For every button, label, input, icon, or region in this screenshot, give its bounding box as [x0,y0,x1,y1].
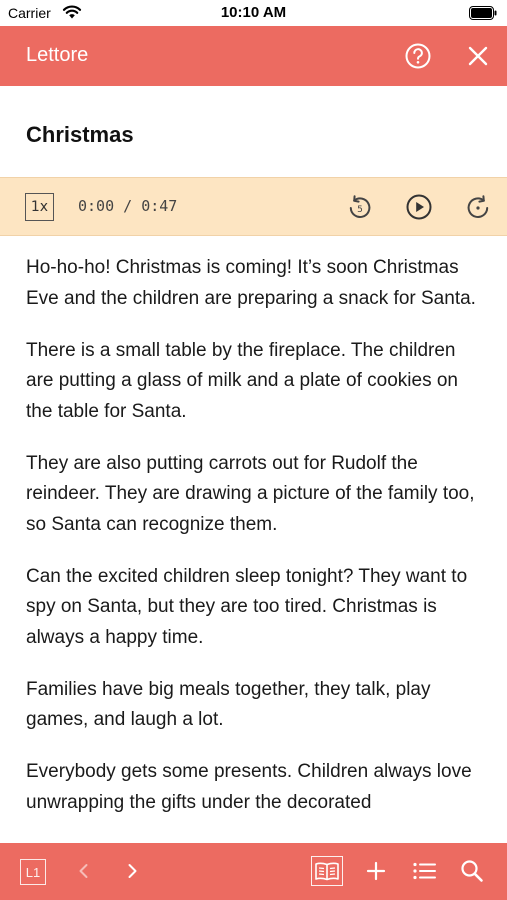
story-title: Christmas [26,122,134,147]
plus-icon [366,861,386,881]
next-button[interactable] [118,857,146,885]
contents-list-button[interactable] [410,857,438,885]
rewind-seconds-label: 5 [357,205,363,215]
story-paragraph: Can the excited children sleep tonight? … [26,565,468,648]
story-body: Ho-ho-ho! Christmas is coming! It’s soon… [26,253,481,839]
battery-icon [469,6,497,20]
story-paragraph: They are also putting carrots out for Ru… [26,452,475,535]
chevron-right-icon [128,864,137,878]
play-icon[interactable] [405,193,433,221]
help-circle-icon[interactable] [404,42,432,70]
status-time: 10:10 AM [220,4,287,21]
app-header: Lettore [0,26,507,86]
bottom-toolbar: L1 [0,843,507,900]
story-paragraph: Families have big meals together, they t… [26,678,431,731]
search-icon [461,860,483,882]
add-button[interactable] [362,857,390,885]
chevron-left-icon [79,864,88,878]
book-icon [315,862,339,881]
search-button[interactable] [458,857,486,885]
rewind-5-icon[interactable]: 5 [346,193,374,221]
reader-mode-button[interactable] [311,856,343,886]
list-icon [413,862,436,880]
audio-player: 1x 0:00 / 0:47 5 [0,177,507,236]
playback-speed-button[interactable]: 1x [25,193,54,221]
playback-time: 0:00 / 0:47 [78,197,178,215]
story-paragraph: There is a small table by the fireplace.… [26,339,458,422]
header-title: Lettore [26,44,89,66]
story-paragraph: Everybody gets some presents. Children a… [26,761,472,813]
story-paragraph: Ho-ho-ho! Christmas is coming! It’s soon… [26,257,476,309]
close-icon[interactable] [464,42,492,70]
previous-button[interactable] [70,857,98,885]
status-bar: Carrier 10:10 AM [0,0,507,26]
level-button[interactable]: L1 [20,859,46,885]
forward-icon[interactable] [464,193,492,221]
